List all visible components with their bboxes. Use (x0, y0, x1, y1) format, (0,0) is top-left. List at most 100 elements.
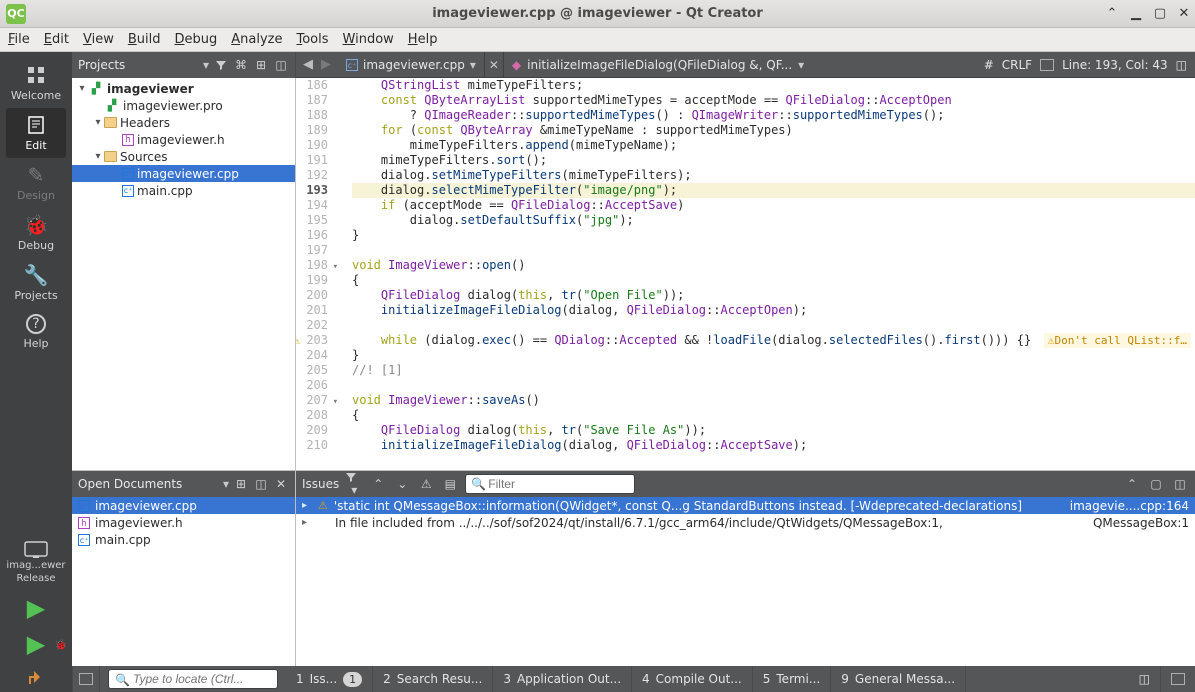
header-file-icon: h (122, 134, 134, 146)
issues-min-icon[interactable]: ⌃ (1123, 477, 1141, 491)
nav-back-icon[interactable]: ◀ (300, 57, 316, 72)
issue-item[interactable]: ▸⚠'static int QMessageBox::information(Q… (296, 497, 1195, 514)
menu-help[interactable]: Help (408, 32, 438, 47)
minimize-icon[interactable]: ▁ (1129, 7, 1143, 21)
locator-input[interactable] (108, 669, 278, 689)
open-documents-list[interactable]: c⁺imageviewer.cpphimageviewer.hc⁺main.cp… (72, 497, 295, 666)
symbol-label: initializeImageFileDialog(QFileDialog &,… (527, 58, 792, 72)
issues-next-icon[interactable]: ⌄ (393, 477, 411, 491)
right-sidebar-icon[interactable] (1161, 666, 1195, 692)
output-pane-1[interactable]: 1Iss...1 (286, 666, 373, 692)
progress-toggle-icon[interactable]: ◫ (1129, 666, 1161, 692)
menu-edit[interactable]: Edit (44, 32, 69, 47)
editor-tab[interactable]: c⁺ imageviewer.cpp ▾ (338, 52, 485, 77)
issues-count-badge: 1 (343, 672, 362, 687)
tree-item[interactable]: ▾Sources (72, 148, 295, 165)
pro-file-icon: ▞ (88, 82, 104, 96)
issues-filter-icon[interactable]: ▾ (345, 471, 363, 497)
cursor-position[interactable]: Line: 193, Col: 43 (1062, 58, 1168, 72)
issues-close-icon[interactable]: ◫ (1171, 477, 1189, 491)
projects-panel-title[interactable]: Projects (78, 58, 201, 72)
search-icon: 🔍 (115, 673, 130, 687)
tree-item[interactable]: himageviewer.h (72, 131, 295, 148)
code-editor[interactable]: 186187188189190191192193194195196197198▾… (296, 78, 1195, 470)
nav-fwd-icon[interactable]: ▶ (318, 57, 334, 72)
editor-tab-close-icon[interactable]: ✕ (485, 58, 503, 72)
issues-max-icon[interactable]: ▢ (1147, 477, 1165, 491)
menu-build[interactable]: Build (128, 32, 161, 47)
open-doc-item[interactable]: c⁺main.cpp (72, 531, 295, 548)
eol-indicator[interactable]: CRLF (1002, 58, 1032, 72)
mode-bar: WelcomeEdit✎Design🐞Debug🔧Projects?Help i… (0, 52, 72, 692)
projects-link-icon[interactable]: ⌘ (233, 57, 249, 73)
maximize-icon[interactable]: ▢ (1153, 7, 1167, 21)
opendocs-close-icon[interactable]: ✕ (273, 476, 289, 492)
kit-config-label: Release (16, 573, 55, 584)
sidebar-toggle-icon[interactable] (1040, 59, 1054, 71)
mode-edit[interactable]: Edit (6, 108, 66, 158)
app-icon: QC (6, 4, 26, 24)
issues-title: Issues (302, 477, 339, 491)
output-pane-9[interactable]: 9General Messa... (831, 666, 966, 692)
cpp-file-icon: c⁺ (346, 59, 358, 71)
mode-help[interactable]: ?Help (6, 308, 66, 356)
editor-split-icon[interactable]: ◫ (1176, 58, 1187, 72)
projects-add-icon[interactable]: ⊞ (253, 57, 269, 73)
menu-file[interactable]: File (8, 32, 30, 47)
open-doc-item[interactable]: himageviewer.h (72, 514, 295, 531)
folder-icon (104, 117, 117, 128)
run-button[interactable]: ▶ (27, 594, 45, 622)
inline-warning[interactable]: ⚠Don't call QList::f… (1044, 333, 1191, 348)
status-bar: 🔍 1Iss...12Search Resu...3Application Ou… (72, 666, 1195, 692)
issues-options-icon[interactable]: ▤ (441, 477, 459, 491)
output-pane-3[interactable]: 3Application Out... (493, 666, 632, 692)
pro-file-icon: ▞ (104, 99, 120, 113)
symbol-kind-icon: ◆ (512, 58, 521, 72)
output-pane-2[interactable]: 2Search Resu... (373, 666, 493, 692)
menu-analyze[interactable]: Analyze (231, 32, 282, 47)
opendocs-split-icon[interactable]: ◫ (253, 476, 269, 492)
tree-item[interactable]: ▾Headers (72, 114, 295, 131)
open-documents-title: Open Documents (78, 477, 223, 491)
menu-debug[interactable]: Debug (174, 32, 217, 47)
cpp-file-icon: c⁺ (78, 500, 90, 512)
menu-view[interactable]: View (83, 32, 114, 47)
close-sidebar-button[interactable] (72, 666, 100, 692)
output-pane-4[interactable]: 4Compile Out... (632, 666, 753, 692)
tree-item[interactable]: c⁺main.cpp (72, 182, 295, 199)
tree-item[interactable]: ▾▞imageviewer (72, 80, 295, 97)
run-debug-button[interactable]: ▶🐞 (27, 630, 45, 658)
cpp-file-icon: c⁺ (122, 168, 134, 180)
opendocs-add-icon[interactable]: ⊞ (233, 476, 249, 492)
project-tree[interactable]: ▾▞imageviewer▞imageviewer.pro▾Headershim… (72, 78, 295, 470)
tree-item[interactable]: c⁺imageviewer.cpp (72, 165, 295, 182)
encoding-indicator[interactable]: # (984, 58, 994, 72)
window-title: imageviewer.cpp @ imageviewer - Qt Creat… (0, 6, 1195, 21)
menubar: File Edit View Build Debug Analyze Tools Window… (0, 28, 1195, 52)
issue-item[interactable]: ▸In file included from ../../../sof/sof2… (296, 514, 1195, 531)
kit-selector[interactable]: imag...ewer Release (4, 538, 68, 584)
titlebar: QC imageviewer.cpp @ imageviewer - Qt Cr… (0, 0, 1195, 28)
folder-icon (104, 151, 117, 162)
mode-design[interactable]: ✎Design (6, 158, 66, 208)
menu-window[interactable]: Window (343, 32, 394, 47)
issues-list[interactable]: ▸⚠'static int QMessageBox::information(Q… (296, 497, 1195, 666)
projects-split-icon[interactable]: ◫ (273, 57, 289, 73)
output-pane-5[interactable]: 5Termi... (753, 666, 832, 692)
editor-tab-label: imageviewer.cpp (363, 58, 465, 72)
projects-filter-icon[interactable] (213, 57, 229, 73)
open-doc-item[interactable]: c⁺imageviewer.cpp (72, 497, 295, 514)
symbol-selector[interactable]: ◆ initializeImageFileDialog(QFileDialog … (503, 52, 812, 77)
issues-filter-input[interactable] (465, 474, 635, 494)
mode-debug[interactable]: 🐞Debug (6, 208, 66, 258)
issues-warning-icon[interactable]: ⚠ (417, 477, 435, 491)
roll-up-icon[interactable]: ⌃ (1105, 7, 1119, 21)
build-button[interactable] (25, 666, 47, 688)
mode-projects[interactable]: 🔧Projects (6, 258, 66, 308)
close-window-icon[interactable]: ✕ (1177, 7, 1191, 21)
mode-welcome[interactable]: Welcome (6, 58, 66, 108)
tree-item[interactable]: ▞imageviewer.pro (72, 97, 295, 114)
issues-prev-icon[interactable]: ⌃ (369, 477, 387, 491)
warning-icon: ⚠ (318, 499, 328, 512)
menu-tools[interactable]: Tools (296, 32, 328, 47)
